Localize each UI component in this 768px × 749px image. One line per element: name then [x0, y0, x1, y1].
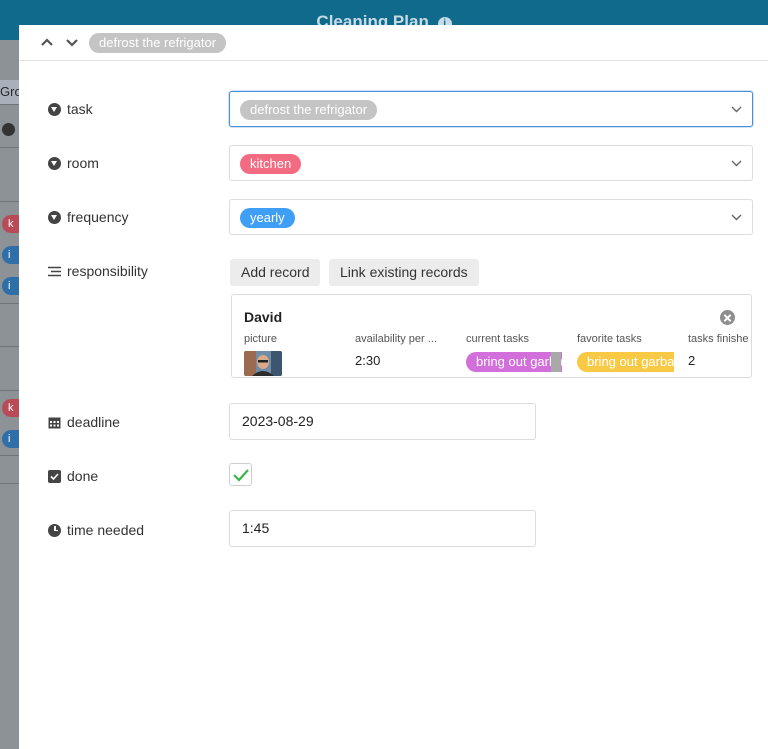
- field-label-text: task: [67, 101, 93, 117]
- availability-value: 2:30: [355, 353, 381, 368]
- linked-record-name: David: [244, 309, 283, 325]
- divider: [0, 104, 19, 105]
- remove-link-icon[interactable]: [720, 310, 735, 325]
- field-label-frequency: frequency: [48, 209, 128, 225]
- next-record-button[interactable]: [64, 34, 80, 50]
- column-header-favorite-tasks: favorite tasks: [577, 333, 642, 345]
- field-label-time-needed: time needed: [48, 522, 144, 538]
- add-record-button[interactable]: Add record: [230, 259, 321, 286]
- calendar-icon: [48, 416, 61, 429]
- divider: [0, 390, 19, 391]
- collapse-icon[interactable]: [2, 123, 15, 136]
- chevron-down-icon: [731, 106, 742, 113]
- field-label-text: frequency: [67, 209, 129, 225]
- circle-chevron-icon: [48, 156, 61, 170]
- circle-chevron-icon: [48, 210, 61, 224]
- avatar: [244, 351, 282, 376]
- field-label-responsibility: responsibility: [48, 263, 148, 279]
- field-label-text: done: [67, 468, 99, 484]
- done-checkbox[interactable]: [229, 463, 252, 486]
- frequency-value-chip: yearly: [240, 208, 295, 228]
- group-header: Gro: [0, 80, 19, 104]
- field-label-room: room: [48, 155, 99, 171]
- divider: [0, 147, 19, 148]
- divider: [0, 303, 19, 304]
- task-value-chip: defrost the refrigator: [240, 100, 378, 120]
- task-select[interactable]: defrost the refrigator: [229, 91, 753, 127]
- field-label-done: done: [48, 468, 98, 484]
- background-room-pill: k: [2, 215, 19, 233]
- checkbox-icon: [48, 469, 61, 483]
- column-header-tasks-finished: tasks finishe: [688, 333, 749, 345]
- frequency-select[interactable]: yearly: [229, 199, 753, 235]
- chevron-down-icon: [66, 39, 78, 47]
- background-room-pill: k: [2, 399, 19, 417]
- circle-chevron-icon: [48, 102, 61, 116]
- chip-overflow-marker: [551, 352, 561, 372]
- divider: [0, 346, 19, 347]
- clock-icon: [48, 523, 61, 537]
- chevron-up-icon: [41, 38, 53, 46]
- favorite-task-chip: bring out garbage: [577, 352, 674, 372]
- field-label-text: deadline: [67, 414, 120, 430]
- field-label-task: task: [48, 101, 93, 117]
- current-task-chip: bring out garbage: [466, 352, 562, 372]
- column-header-picture: picture: [244, 333, 278, 345]
- chevron-down-icon: [731, 214, 742, 221]
- room-value-chip: kitchen: [240, 154, 302, 174]
- record-title-chip: defrost the refrigator: [89, 33, 227, 53]
- field-label-text: time needed: [67, 522, 145, 538]
- divider: [0, 483, 19, 484]
- background-frequency-pill: i: [2, 277, 19, 295]
- field-label-text: responsibility: [67, 263, 148, 279]
- background-frequency-pill: i: [2, 246, 19, 264]
- background-frequency-pill: i: [2, 430, 19, 448]
- time-needed-input[interactable]: 1:45: [229, 510, 536, 547]
- room-select[interactable]: kitchen: [229, 145, 753, 181]
- tasks-finished-value: 2: [688, 353, 696, 368]
- divider: [0, 201, 19, 202]
- divider: [0, 455, 19, 456]
- previous-record-button[interactable]: [39, 34, 55, 50]
- deadline-input[interactable]: 2023-08-29: [229, 403, 536, 440]
- linked-record-card[interactable]: David picture availability per ... curre…: [231, 294, 752, 378]
- checkmark-icon: [233, 469, 249, 482]
- field-label-text: room: [67, 155, 99, 171]
- column-header-current-tasks: current tasks: [466, 333, 529, 345]
- chevron-down-icon: [731, 160, 742, 167]
- field-label-deadline: deadline: [48, 414, 120, 430]
- modal-topbar: defrost the refrigator: [19, 25, 768, 61]
- link-existing-records-button[interactable]: Link existing records: [329, 259, 479, 286]
- record-modal: defrost the refrigator task defrost the …: [19, 25, 768, 749]
- list-icon: [48, 265, 61, 278]
- column-header-availability: availability per ...: [355, 333, 437, 345]
